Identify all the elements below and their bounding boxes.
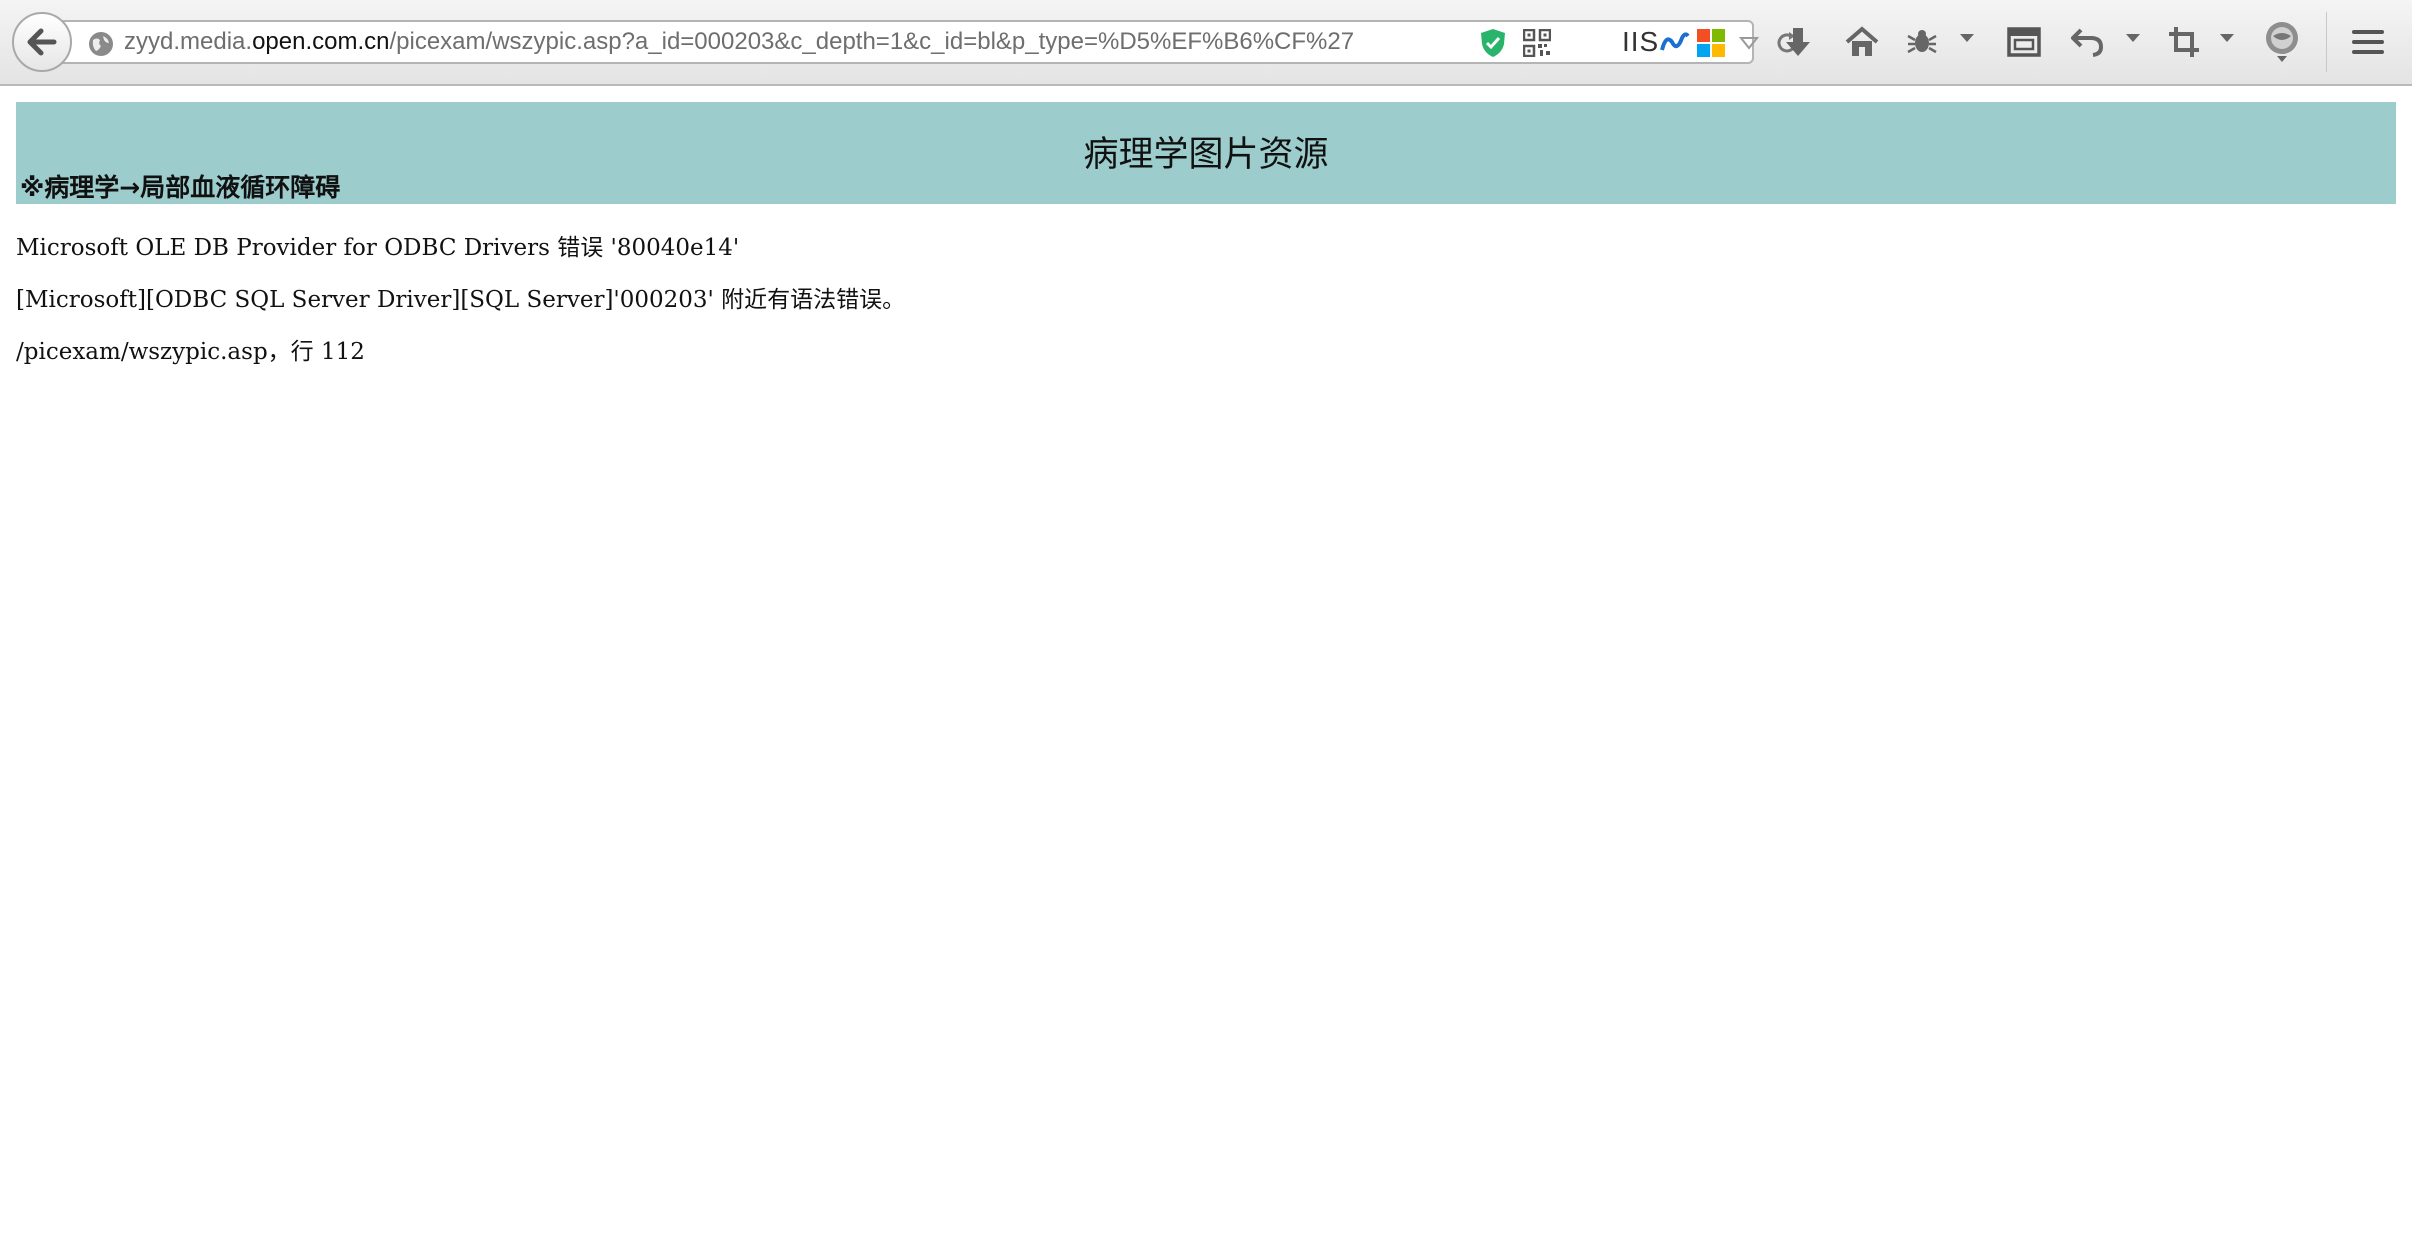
breadcrumb: ※病理学→局部血液循环障碍 <box>20 173 341 202</box>
undo-button[interactable] <box>2066 20 2110 64</box>
bug-icon <box>1907 30 1937 54</box>
net-icon[interactable] <box>1660 28 1690 58</box>
url-domain: open.com.cn <box>252 28 390 55</box>
url-path: /picexam/wszypic.asp?a_id=000203&c_depth… <box>389 28 1355 55</box>
menu-button[interactable] <box>2346 20 2390 64</box>
shield-check-icon[interactable] <box>1478 28 1508 58</box>
globe-icon <box>89 32 113 56</box>
back-button[interactable] <box>12 12 72 72</box>
sync-icon <box>2266 22 2298 62</box>
back-arrow-icon <box>27 28 57 56</box>
crop-dropdown-icon[interactable] <box>2220 34 2234 42</box>
page-header: 病理学图片资源 ※病理学→局部血液循环障碍 <box>16 102 2396 204</box>
window-icon <box>2007 27 2041 57</box>
bug-button[interactable] <box>1900 20 1944 64</box>
crop-button[interactable] <box>2162 20 2206 64</box>
error-line-provider: Microsoft OLE DB Provider for ODBC Drive… <box>16 235 740 261</box>
home-button[interactable] <box>1840 20 1884 64</box>
menu-icon <box>2352 30 2384 54</box>
undo-icon <box>2071 28 2104 57</box>
download-button[interactable] <box>1776 20 1820 64</box>
address-bar[interactable]: zyyd.media.open.com.cn/picexam/wszypic.a… <box>58 20 1797 64</box>
toolbar-separator <box>2326 12 2327 72</box>
browser-toolbar: zyyd.media.open.com.cn/picexam/wszypic.a… <box>0 0 2412 86</box>
page-title: 病理学图片资源 <box>1083 135 1329 175</box>
windows-icon[interactable] <box>1696 28 1726 58</box>
url-text[interactable]: zyyd.media.open.com.cn/picexam/wszypic.a… <box>124 22 1354 62</box>
sync-button[interactable] <box>2260 20 2304 64</box>
dropdown-icon[interactable] <box>1734 28 1764 58</box>
crop-icon <box>2169 27 2199 57</box>
error-line-sql: [Microsoft][ODBC SQL Server Driver][SQL … <box>16 287 906 313</box>
error-line-location: /picexam/wszypic.asp，行 112 <box>16 339 365 365</box>
download-icon <box>1786 28 1810 56</box>
bug-dropdown-icon[interactable] <box>1960 34 1974 42</box>
home-icon <box>1845 26 1879 56</box>
undo-dropdown-icon[interactable] <box>2126 34 2140 42</box>
qr-code-icon[interactable] <box>1522 28 1552 58</box>
url-prefix: zyyd.media. <box>124 28 253 55</box>
iis-indicator[interactable]: IIS <box>1622 22 1659 62</box>
window-button[interactable] <box>2002 20 2046 64</box>
